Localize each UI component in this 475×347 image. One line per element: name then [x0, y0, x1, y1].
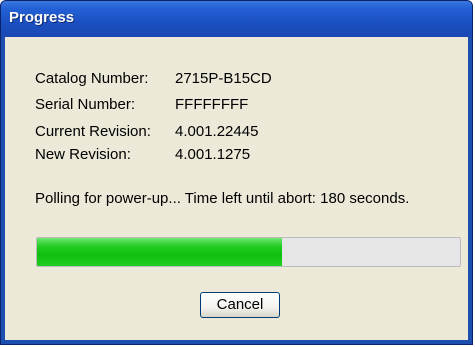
status-message: Polling for power-up... Time left until … — [35, 190, 410, 207]
progress-dialog: Progress Catalog Number: 2715P-B15CD Ser… — [0, 0, 473, 345]
current-revision-label: Current Revision: — [35, 123, 151, 140]
dialog-body: Catalog Number: 2715P-B15CD Serial Numbe… — [5, 37, 468, 340]
progress-bar-fill — [37, 238, 283, 266]
serial-number-value: FFFFFFFF — [175, 96, 249, 113]
new-revision-label: New Revision: — [35, 146, 131, 163]
cancel-button[interactable]: Cancel — [200, 292, 280, 318]
window-title: Progress — [9, 9, 75, 26]
title-bar[interactable]: Progress — [1, 1, 472, 37]
new-revision-value: 4.001.1275 — [175, 146, 251, 163]
serial-number-label: Serial Number: — [35, 96, 136, 113]
catalog-number-value: 2715P-B15CD — [175, 70, 272, 87]
catalog-number-label: Catalog Number: — [35, 70, 149, 87]
current-revision-value: 4.001.22445 — [175, 123, 259, 140]
progress-bar — [36, 237, 461, 267]
